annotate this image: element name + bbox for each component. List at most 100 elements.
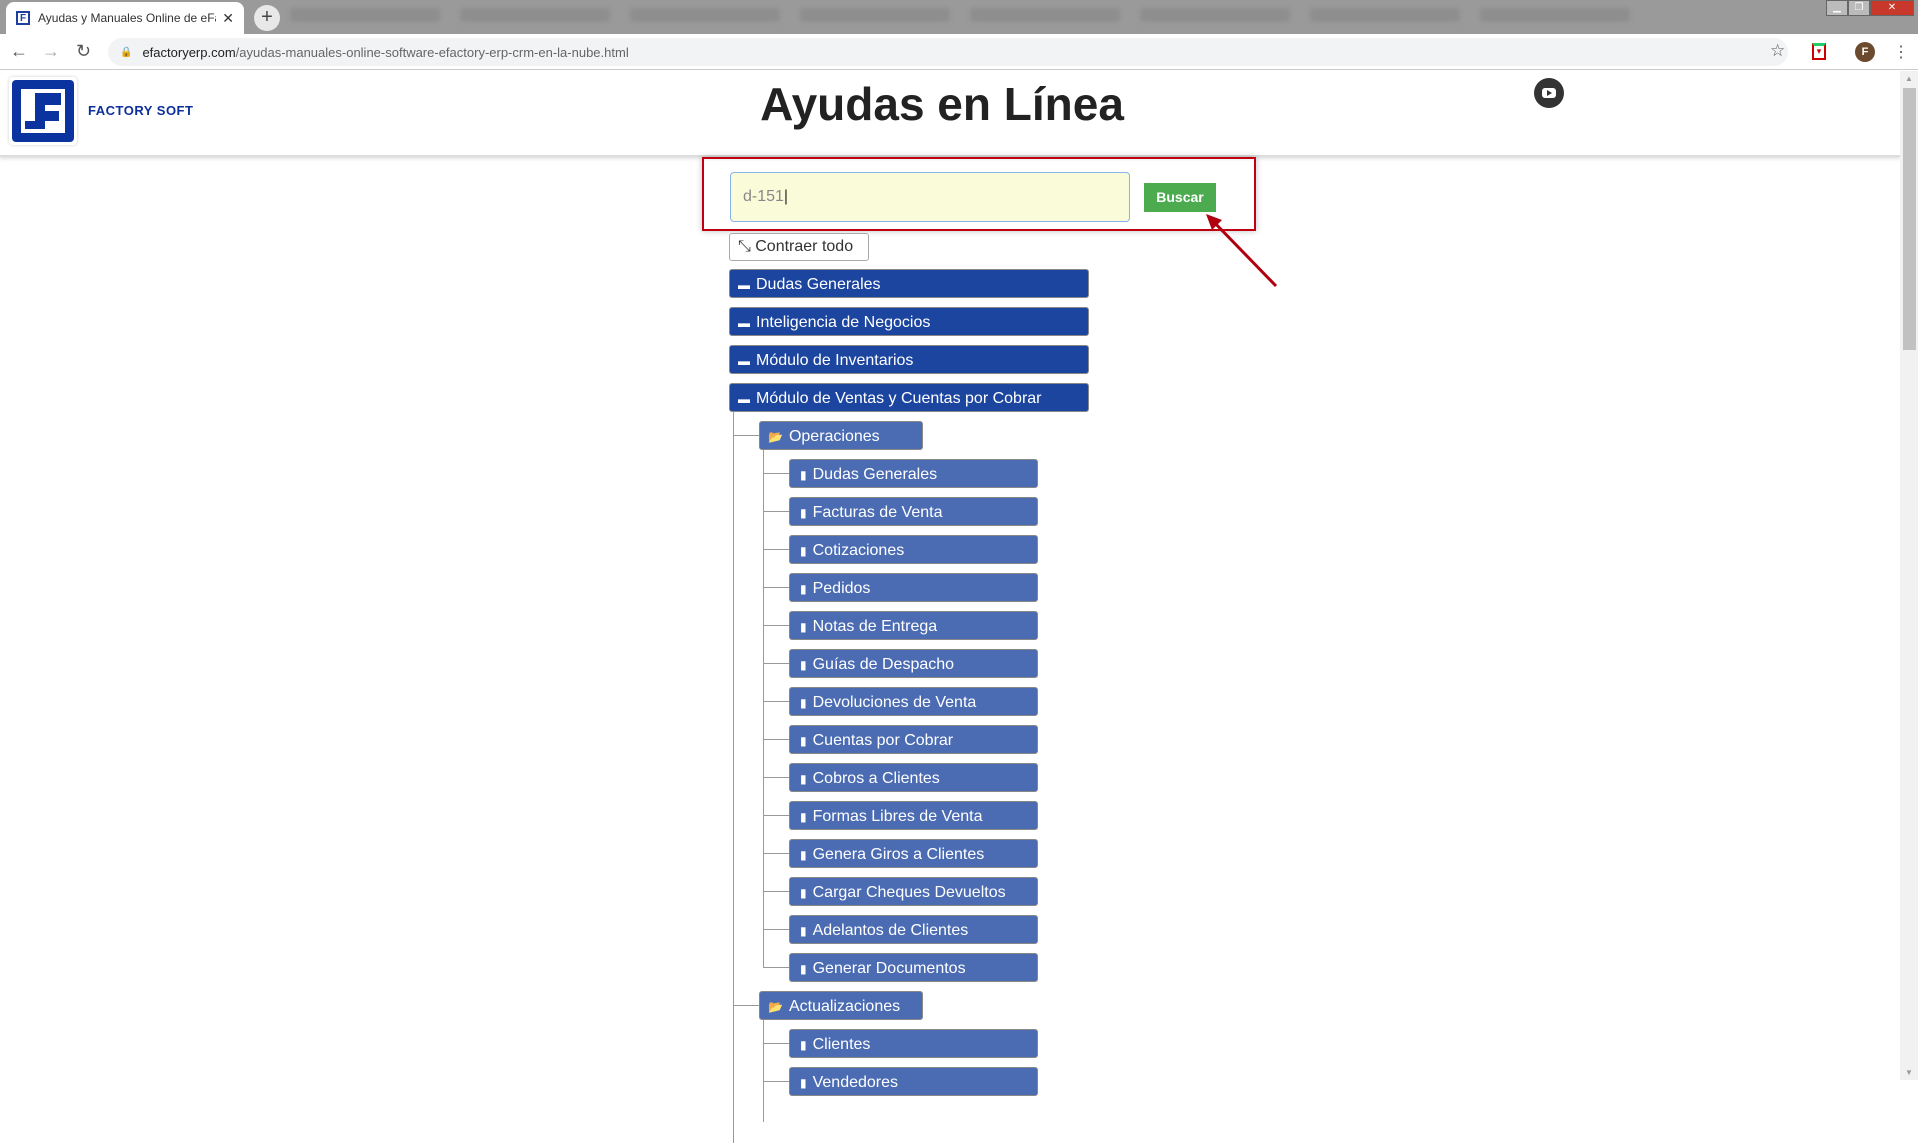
tree-leaf[interactable]: ▮ Vendedores <box>789 1067 1038 1096</box>
tree-item-label: Cuentas por Cobrar <box>812 732 954 749</box>
tree-connector <box>763 473 789 474</box>
bookmark-star-icon[interactable]: ☆ <box>1770 41 1785 61</box>
tree-item-label: Cotizaciones <box>812 542 905 559</box>
buscar-button[interactable]: Buscar <box>1144 183 1216 212</box>
tree-connector <box>733 435 759 436</box>
tree-item-label: Generar Documentos <box>812 960 966 977</box>
url-field[interactable]: 🔒 efactoryerp.com/ayudas-manuales-online… <box>108 38 1788 66</box>
tree-leaf[interactable]: ▮ Notas de Entrega <box>789 611 1038 640</box>
profile-avatar[interactable]: F <box>1855 42 1875 62</box>
document-icon: ▮ <box>800 924 807 938</box>
address-bar: ← → ↻ 🔒 efactoryerp.com/ayudas-manuales-… <box>0 34 1918 70</box>
search-input[interactable]: d-151| <box>730 172 1130 222</box>
contraer-todo-button[interactable]: ⤡ Contraer todo <box>729 233 869 261</box>
tree-leaf[interactable]: ▮ Facturas de Venta <box>789 497 1038 526</box>
tree-connector <box>763 1081 789 1082</box>
tree-connector <box>763 625 789 626</box>
folder-icon: ▬ <box>738 354 750 368</box>
back-icon[interactable]: ← <box>10 41 28 62</box>
tree-item-label: Devoluciones de Venta <box>812 694 977 711</box>
tree-item-label: Dudas Generales <box>812 466 938 483</box>
tree-item-label: Notas de Entrega <box>812 618 938 635</box>
lock-icon: 🔒 <box>120 46 133 58</box>
tree-item-label: Guías de Despacho <box>812 656 955 673</box>
tree-connector <box>763 663 789 664</box>
tree-leaf[interactable]: ▮ Devoluciones de Venta <box>789 687 1038 716</box>
tree-item-label: Clientes <box>812 1036 871 1053</box>
tree-leaf[interactable]: ▮ Cargar Cheques Devueltos <box>789 877 1038 906</box>
tree-connector <box>763 815 789 816</box>
annotation-arrow-icon <box>1206 214 1278 288</box>
tree-leaf[interactable]: ▮ Genera Giros a Clientes <box>789 839 1038 868</box>
tree-connector <box>763 701 789 702</box>
tree-item-label: Formas Libres de Venta <box>812 808 983 825</box>
tree-leaf[interactable]: ▮ Dudas Generales <box>789 459 1038 488</box>
tree-item-label: Genera Giros a Clientes <box>812 846 985 863</box>
folder-icon: ▬ <box>738 316 750 330</box>
document-icon: ▮ <box>800 506 807 520</box>
tree-item-label: Vendedores <box>812 1074 899 1091</box>
tree-leaf[interactable]: ▮ Cobros a Clientes <box>789 763 1038 792</box>
document-icon: ▮ <box>800 658 807 672</box>
tree-connector <box>763 967 789 968</box>
tree-leaf[interactable]: ▮ Adelantos de Clientes <box>789 915 1038 944</box>
reload-icon[interactable]: ↻ <box>76 41 91 62</box>
document-icon: ▮ <box>800 772 807 786</box>
tree-group[interactable]: 📂 Actualizaciones <box>759 991 923 1020</box>
scrollbar[interactable]: ▲ ▼ <box>1900 71 1918 1080</box>
tree-item-label: Facturas de Venta <box>812 504 943 521</box>
tree-leaf[interactable]: ▮ Clientes <box>789 1029 1038 1058</box>
tree-connector <box>763 1020 764 1122</box>
tree-leaf[interactable]: ▮ Generar Documentos <box>789 953 1038 982</box>
document-icon: ▮ <box>800 734 807 748</box>
tab-title: Ayudas y Manuales Online de eFactory <box>38 11 216 25</box>
close-window-button[interactable]: ✕ <box>1870 0 1914 16</box>
browser-menu-icon[interactable]: ⋮ <box>1893 42 1909 62</box>
site-header: FACTORY SOFT Ayudas en Línea <box>0 71 1900 157</box>
tree-leaf[interactable]: ▮ Formas Libres de Venta <box>789 801 1038 830</box>
close-tab-icon[interactable]: ✕ <box>222 10 234 27</box>
tree-module[interactable]: ▬ Dudas Generales <box>729 269 1089 298</box>
folder-open-icon: 📂 <box>768 1000 783 1014</box>
new-tab-button[interactable]: + <box>254 5 280 31</box>
forward-icon[interactable]: → <box>42 41 60 62</box>
tree-connector <box>763 511 789 512</box>
tree-connector <box>763 739 789 740</box>
contraer-label: Contraer todo <box>755 238 854 255</box>
folder-open-icon: 📂 <box>768 430 783 444</box>
extension-icon[interactable]: ▾ <box>1812 43 1826 60</box>
tree-leaf[interactable]: ▮ Cuentas por Cobrar <box>789 725 1038 754</box>
tree-item-label: Dudas Generales <box>756 276 881 293</box>
tree-leaf[interactable]: ▮ Cotizaciones <box>789 535 1038 564</box>
scrollbar-thumb[interactable] <box>1903 88 1916 350</box>
tree-group[interactable]: 📂 Operaciones <box>759 421 923 450</box>
tree-connector <box>763 777 789 778</box>
tree-leaf[interactable]: ▮ Pedidos <box>789 573 1038 602</box>
tree-connector <box>763 549 789 550</box>
document-icon: ▮ <box>800 582 807 596</box>
tab-active[interactable]: F Ayudas y Manuales Online de eFactory ✕ <box>6 2 244 34</box>
tree-connector <box>763 853 789 854</box>
background-tabs[interactable] <box>290 8 1718 26</box>
tree-item-label: Inteligencia de Negocios <box>756 314 931 331</box>
tree-leaf[interactable]: ▮ Guías de Despacho <box>789 649 1038 678</box>
collapse-icon: ⤡ <box>738 238 756 255</box>
page-title: Ayudas en Línea <box>760 78 1124 130</box>
tree-module[interactable]: ▬ Inteligencia de Negocios <box>729 307 1089 336</box>
maximize-button[interactable]: ❐ <box>1848 0 1870 16</box>
tree-connector <box>763 929 789 930</box>
tree-item-label: Módulo de Inventarios <box>756 352 914 369</box>
youtube-icon[interactable] <box>1534 78 1564 108</box>
tree-module[interactable]: ▬ Módulo de Ventas y Cuentas por Cobrar <box>729 383 1089 412</box>
minimize-button[interactable]: ▁ <box>1826 0 1848 16</box>
url-path: /ayudas-manuales-online-software-efactor… <box>235 44 629 60</box>
folder-icon: ▬ <box>738 392 750 406</box>
tree-connector <box>763 587 789 588</box>
tree-item-label: Operaciones <box>788 428 880 445</box>
tree-item-label: Actualizaciones <box>788 998 901 1015</box>
tree-module[interactable]: ▬ Módulo de Inventarios <box>729 345 1089 374</box>
tree-item-label: Adelantos de Clientes <box>812 922 969 939</box>
favicon-icon: F <box>16 11 30 25</box>
document-icon: ▮ <box>800 810 807 824</box>
tab-strip: F Ayudas y Manuales Online de eFactory ✕… <box>0 0 1918 34</box>
